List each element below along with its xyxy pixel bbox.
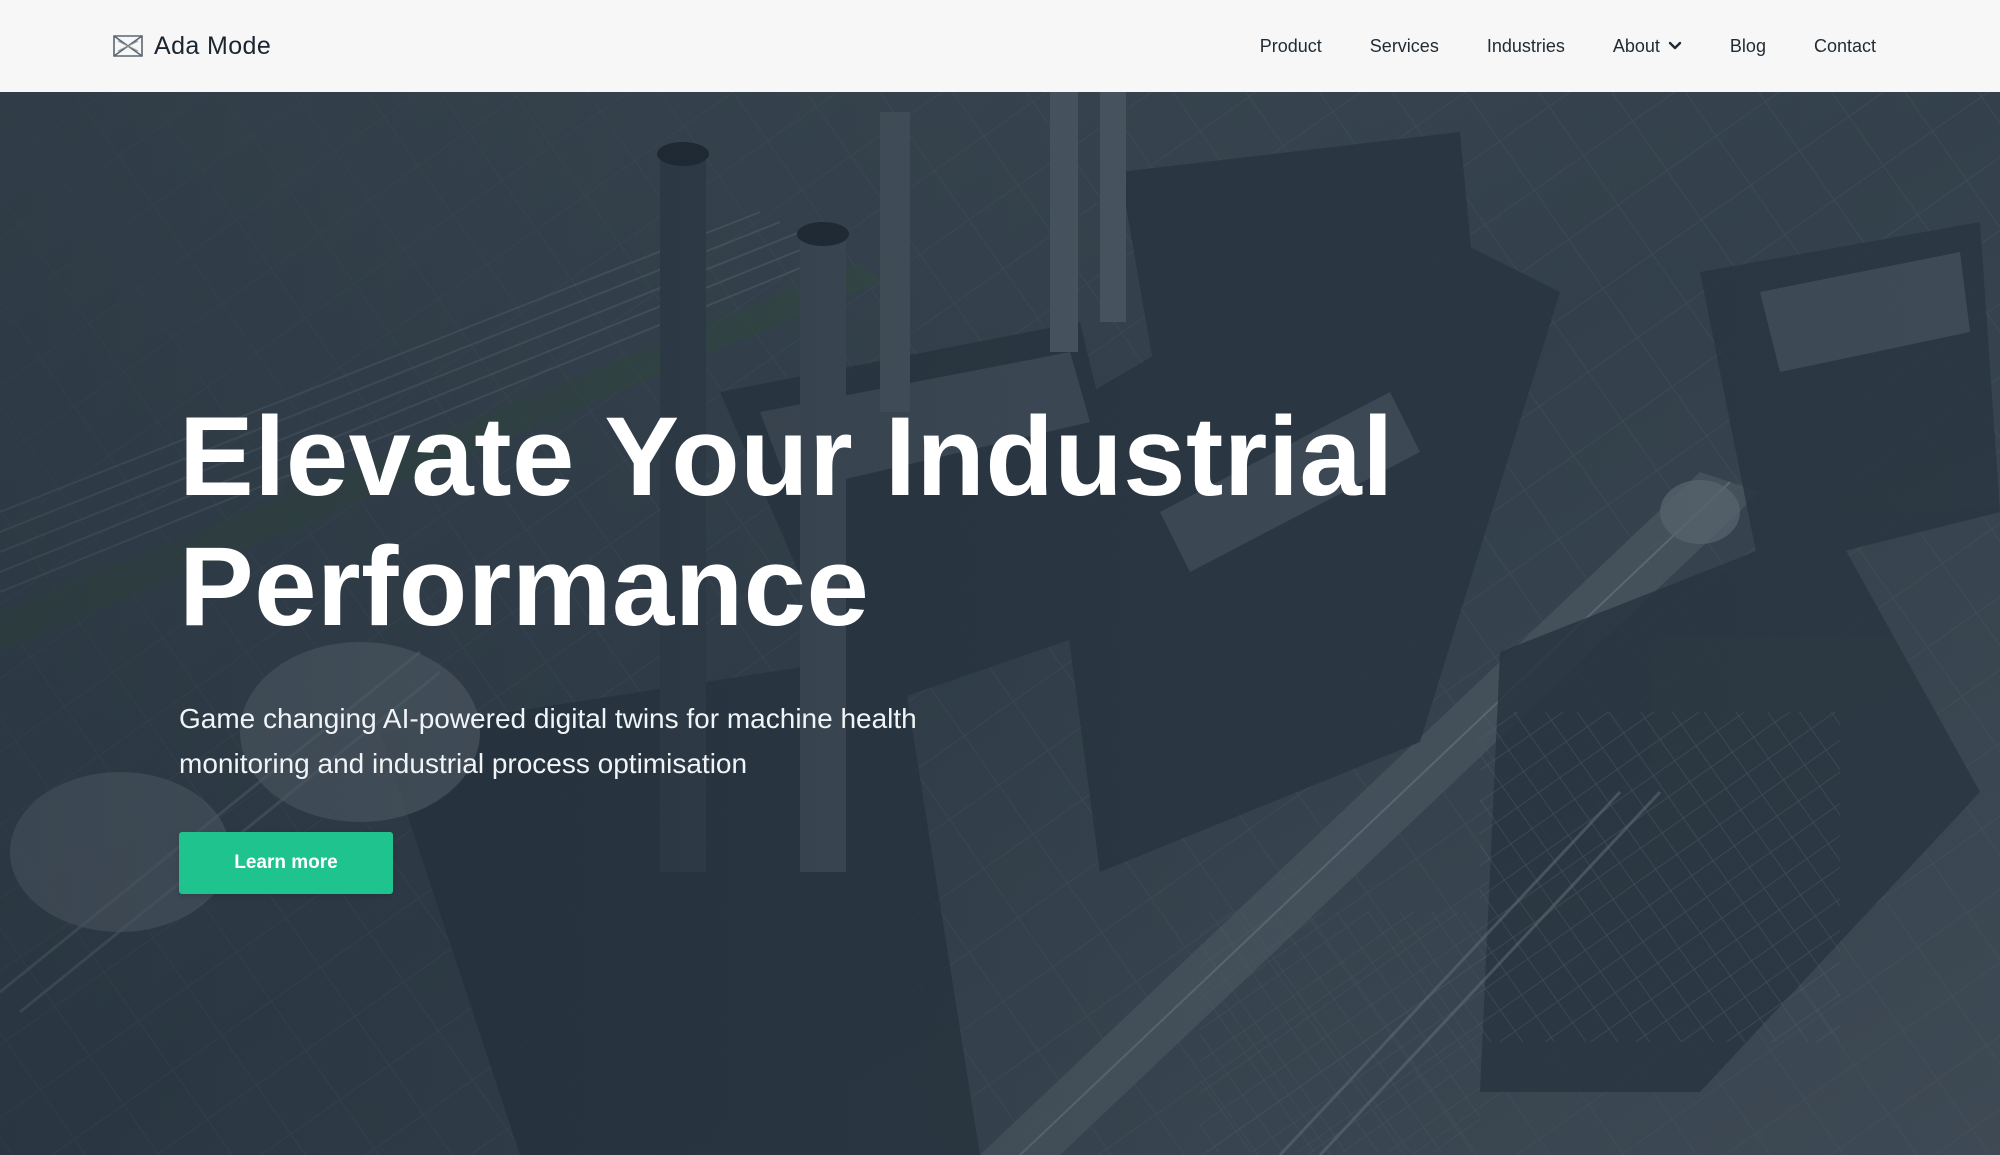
hero-subtitle: Game changing AI-powered digital twins f… xyxy=(179,696,959,786)
hero-title-line-1: Elevate Your Industrial xyxy=(179,394,1394,519)
learn-more-button[interactable]: Learn more xyxy=(179,832,393,894)
nav-item-services[interactable]: Services xyxy=(1370,36,1439,57)
nav-item-label: Product xyxy=(1259,35,1322,56)
nav-item-label: Blog xyxy=(1729,35,1766,56)
brand-name: Ada Mode xyxy=(154,31,272,60)
nav-item-label: About xyxy=(1612,35,1660,56)
brand-link[interactable]: Ada Mode xyxy=(112,32,271,61)
hero-subtitle-line-1: Game changing AI-powered digital twins f… xyxy=(179,703,917,734)
nav-item-industries[interactable]: Industries xyxy=(1487,36,1565,57)
chevron-down-icon xyxy=(1668,41,1682,50)
nav-item-about[interactable]: About xyxy=(1613,36,1682,57)
main-nav: Product Services Industries About Blog C… xyxy=(1260,36,1876,57)
nav-item-contact[interactable]: Contact xyxy=(1814,36,1876,57)
hero-section: Elevate Your Industrial Performance Game… xyxy=(0,92,2000,1155)
nav-item-label: Industries xyxy=(1486,35,1565,56)
site-header: Ada Mode Product Services Industries Abo… xyxy=(0,0,2000,92)
hero-title: Elevate Your Industrial Performance xyxy=(179,392,1479,652)
page: Ada Mode Product Services Industries Abo… xyxy=(0,0,2000,1155)
ada-mode-logo-icon xyxy=(113,35,143,57)
hero-subtitle-line-2: monitoring and industrial process optimi… xyxy=(179,748,748,779)
hero-content: Elevate Your Industrial Performance Game… xyxy=(179,392,1479,894)
nav-item-product[interactable]: Product xyxy=(1260,36,1322,57)
nav-item-label: Services xyxy=(1369,35,1439,56)
nav-item-label: Contact xyxy=(1813,35,1876,56)
hero-title-line-2: Performance xyxy=(179,524,870,649)
nav-item-blog[interactable]: Blog xyxy=(1730,36,1766,57)
